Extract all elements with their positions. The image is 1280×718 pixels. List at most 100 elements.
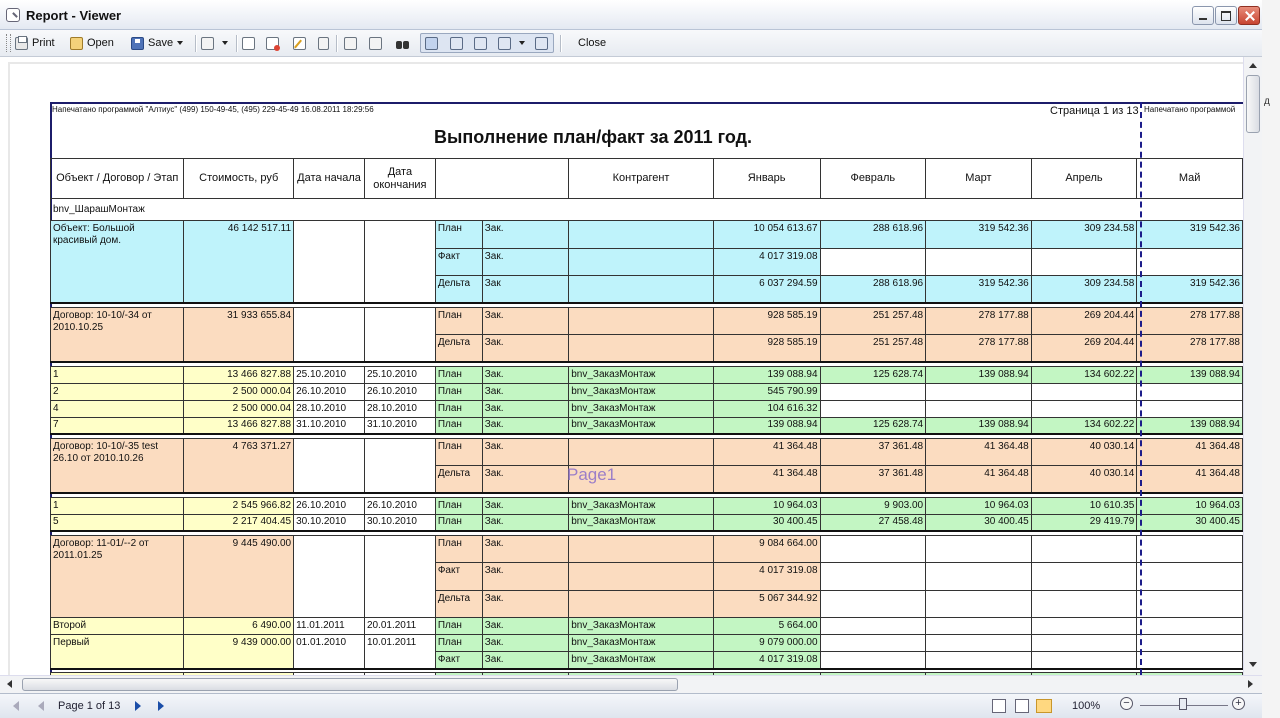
row-contractor bbox=[568, 306, 714, 335]
row-type: Факт bbox=[434, 247, 483, 276]
cell-jan: 545 790.99 bbox=[712, 382, 821, 401]
send-button[interactable] bbox=[201, 35, 228, 51]
multi-page-view-icon[interactable] bbox=[1036, 699, 1052, 713]
cell-apr: 10 610.35 bbox=[1030, 496, 1138, 515]
cell-mar bbox=[925, 589, 1032, 618]
cell-apr bbox=[1030, 651, 1138, 669]
scroll-right-icon[interactable] bbox=[1248, 680, 1253, 688]
minimize-button[interactable] bbox=[1192, 6, 1214, 25]
fullscreen-button[interactable] bbox=[535, 35, 552, 51]
print-button[interactable]: Print bbox=[15, 35, 55, 51]
bookmarks-button[interactable] bbox=[344, 35, 361, 51]
send-dropdown-icon[interactable] bbox=[222, 41, 228, 45]
close-window-button[interactable] bbox=[1238, 6, 1260, 25]
zoom-slider-thumb[interactable] bbox=[1179, 698, 1187, 710]
zoom-out-icon[interactable]: − bbox=[1120, 697, 1133, 710]
page-setup-button[interactable] bbox=[318, 35, 329, 51]
group-row: bnv_ШарашМонтаж bbox=[50, 198, 1243, 221]
cell-jan: 139 088.94 bbox=[712, 365, 821, 384]
last-page-icon[interactable] bbox=[158, 701, 164, 711]
scroll-up-icon[interactable] bbox=[1249, 63, 1257, 68]
object-name: Объект: Большой красивый дом. bbox=[50, 220, 185, 304]
vertical-scroll-thumb[interactable] bbox=[1246, 75, 1260, 133]
multi-page-button[interactable] bbox=[498, 35, 525, 51]
row-kind: Зак. bbox=[481, 365, 570, 384]
stage-cost: 2 500 000.04 bbox=[183, 399, 295, 418]
fullscreen-icon bbox=[535, 36, 548, 50]
cell-mar: 30 400.45 bbox=[925, 513, 1032, 532]
report-page: Напечатано программой "Алтиус" (499) 150… bbox=[50, 102, 1243, 675]
contract-cost: 9 445 490.00 bbox=[183, 534, 295, 618]
two-page-view-icon[interactable] bbox=[1015, 699, 1029, 713]
row-kind: Зак. bbox=[481, 465, 570, 494]
two-pages-button[interactable] bbox=[474, 35, 491, 51]
object-cost: 46 142 517.11 bbox=[183, 220, 295, 304]
row-contractor bbox=[568, 275, 714, 304]
row-kind: Зак. bbox=[481, 496, 570, 515]
cell-may: 319 542.36 bbox=[1136, 275, 1243, 304]
horizontal-scroll-thumb[interactable] bbox=[22, 678, 678, 691]
report-title: Выполнение план/факт за 2011 год. bbox=[433, 127, 753, 147]
open-label: Open bbox=[87, 37, 114, 49]
close-button[interactable]: Close bbox=[578, 35, 606, 51]
col-object: Объект / Договор / Этап bbox=[50, 158, 185, 199]
open-button[interactable]: Open bbox=[70, 35, 114, 51]
row-contractor: bnv_ЗаказМонтаж bbox=[568, 513, 714, 532]
stage-start: 26.10.2010 bbox=[293, 382, 365, 401]
table-row: 7 13 466 827.88 31.10.2010 31.10.2010 Пл… bbox=[50, 416, 1243, 435]
save-button[interactable]: Save bbox=[131, 35, 184, 51]
single-page-view-icon[interactable] bbox=[992, 699, 1006, 713]
delete-page-button[interactable] bbox=[266, 35, 283, 51]
next-page-icon[interactable] bbox=[135, 701, 141, 711]
thumbnails-button[interactable] bbox=[369, 35, 386, 51]
cell-jan: 928 585.19 bbox=[712, 334, 821, 363]
vertical-scrollbar[interactable] bbox=[1243, 57, 1262, 675]
cell-mar: 41 364.48 bbox=[925, 437, 1032, 466]
prev-page-icon[interactable] bbox=[38, 701, 44, 711]
table-row: Договор: 10-10/-34 от 2010.10.25 31 933 … bbox=[50, 306, 1243, 363]
printer-icon bbox=[15, 35, 28, 50]
maximize-button[interactable] bbox=[1215, 6, 1237, 25]
page-top-border bbox=[50, 102, 1243, 104]
zoom-in-icon[interactable]: + bbox=[1232, 697, 1245, 710]
cell-apr bbox=[1030, 399, 1138, 418]
horizontal-scrollbar[interactable] bbox=[0, 675, 1262, 693]
scroll-down-icon[interactable] bbox=[1249, 662, 1257, 667]
toolbar-grip[interactable] bbox=[6, 34, 11, 52]
stage-end: 25.10.2010 bbox=[363, 365, 436, 384]
find-button[interactable] bbox=[396, 35, 414, 51]
delete-page-icon bbox=[266, 36, 280, 51]
stage-end: 26.10.2010 bbox=[363, 496, 436, 515]
continuous-icon bbox=[450, 36, 463, 50]
cell-jan: 928 585.19 bbox=[712, 306, 821, 335]
multi-page-dropdown-icon[interactable] bbox=[519, 41, 525, 45]
contract-end bbox=[363, 534, 436, 618]
cell-mar bbox=[925, 382, 1032, 401]
printed-by-next: Напечатано программой bbox=[1144, 105, 1236, 114]
edit-button[interactable] bbox=[293, 35, 310, 51]
toolbar-separator bbox=[560, 35, 562, 52]
save-dropdown-icon[interactable] bbox=[177, 41, 184, 45]
stage-cost: 9 439 000.00 bbox=[183, 634, 295, 669]
stage-cost: 2 545 966.82 bbox=[183, 496, 295, 515]
cell-may: 139 088.94 bbox=[1136, 416, 1243, 435]
page-icon bbox=[318, 36, 329, 50]
first-page-icon[interactable] bbox=[13, 701, 19, 711]
scroll-left-icon[interactable] bbox=[7, 680, 12, 688]
cell-apr bbox=[1030, 634, 1138, 652]
background-window-strip bbox=[1262, 0, 1280, 718]
row-type: План bbox=[434, 382, 483, 401]
stage-end: 10.01.2011 bbox=[363, 634, 436, 669]
row-type: Дельта bbox=[434, 589, 483, 618]
cell-jan: 104 616.32 bbox=[712, 399, 821, 418]
continuous-button[interactable] bbox=[450, 35, 467, 51]
contract-start bbox=[293, 306, 365, 363]
stage-name: Первый bbox=[50, 634, 185, 669]
single-page-button[interactable] bbox=[425, 35, 442, 51]
col-mar: Март bbox=[925, 158, 1032, 199]
cell-apr bbox=[1030, 562, 1138, 591]
cell-apr bbox=[1030, 382, 1138, 401]
cell-mar: 139 088.94 bbox=[925, 365, 1032, 384]
new-page-button[interactable] bbox=[242, 35, 259, 51]
cell-apr: 269 204.44 bbox=[1030, 334, 1138, 363]
